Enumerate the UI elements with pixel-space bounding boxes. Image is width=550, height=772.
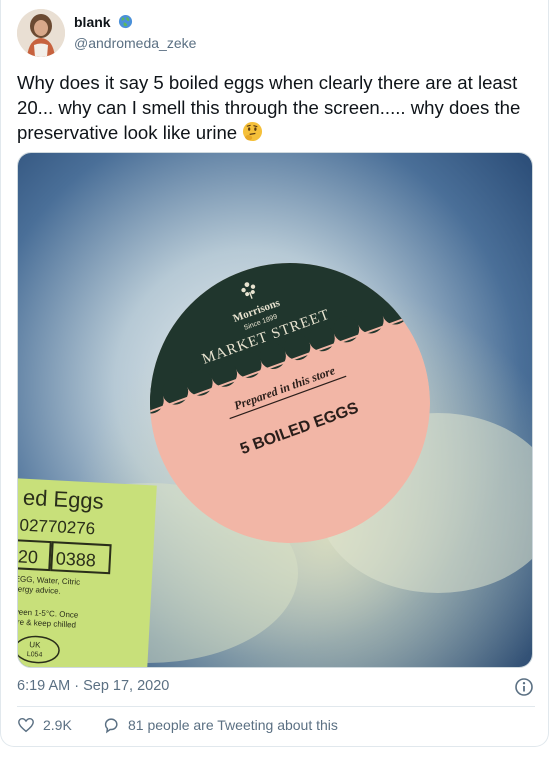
- tweeting-about-link[interactable]: 81 people are Tweeting about this: [102, 716, 338, 734]
- label-code: 02770276: [19, 515, 96, 538]
- label-oval-2: L054: [27, 651, 43, 659]
- label-num-b: 0388: [55, 548, 96, 570]
- tweet-text: Why does it say 5 boiled eggs when clear…: [17, 70, 537, 145]
- globe-icon: [118, 15, 133, 29]
- thinking-face-emoji: [243, 121, 263, 142]
- like-button[interactable]: 2.9K: [17, 716, 72, 734]
- divider: [17, 706, 535, 707]
- product-label: ed Eggs 02770276 20 0388 EGG, Water, Cit…: [18, 478, 157, 667]
- avatar[interactable]: [17, 9, 65, 57]
- tweet-card: blank @andromeda_zeke Why does it say 5 …: [0, 0, 549, 747]
- tweet-header: blank @andromeda_zeke: [17, 9, 517, 59]
- label-title: ed Eggs: [22, 485, 104, 514]
- tweeting-about-text: 81 people are Tweeting about this: [128, 717, 338, 733]
- like-count: 2.9K: [43, 717, 72, 733]
- tweet-actions: 2.9K 81 people are Tweeting about this: [17, 716, 517, 738]
- user-handle[interactable]: @andromeda_zeke: [74, 35, 196, 51]
- display-name[interactable]: blank: [74, 14, 111, 30]
- info-icon[interactable]: [514, 677, 534, 697]
- heart-icon: [18, 717, 34, 733]
- reply-icon: [104, 718, 118, 734]
- tweet-body: Why does it say 5 boiled eggs when clear…: [17, 72, 521, 143]
- tweet-timestamp[interactable]: 6:19 AM · Sep 17, 2020: [17, 678, 169, 694]
- tweet-photo[interactable]: ed Eggs 02770276 20 0388 EGG, Water, Cit…: [17, 152, 533, 668]
- author-names: blank @andromeda_zeke: [74, 13, 196, 51]
- label-num-a: 20: [18, 546, 38, 567]
- label-oval-1: UK: [29, 640, 41, 650]
